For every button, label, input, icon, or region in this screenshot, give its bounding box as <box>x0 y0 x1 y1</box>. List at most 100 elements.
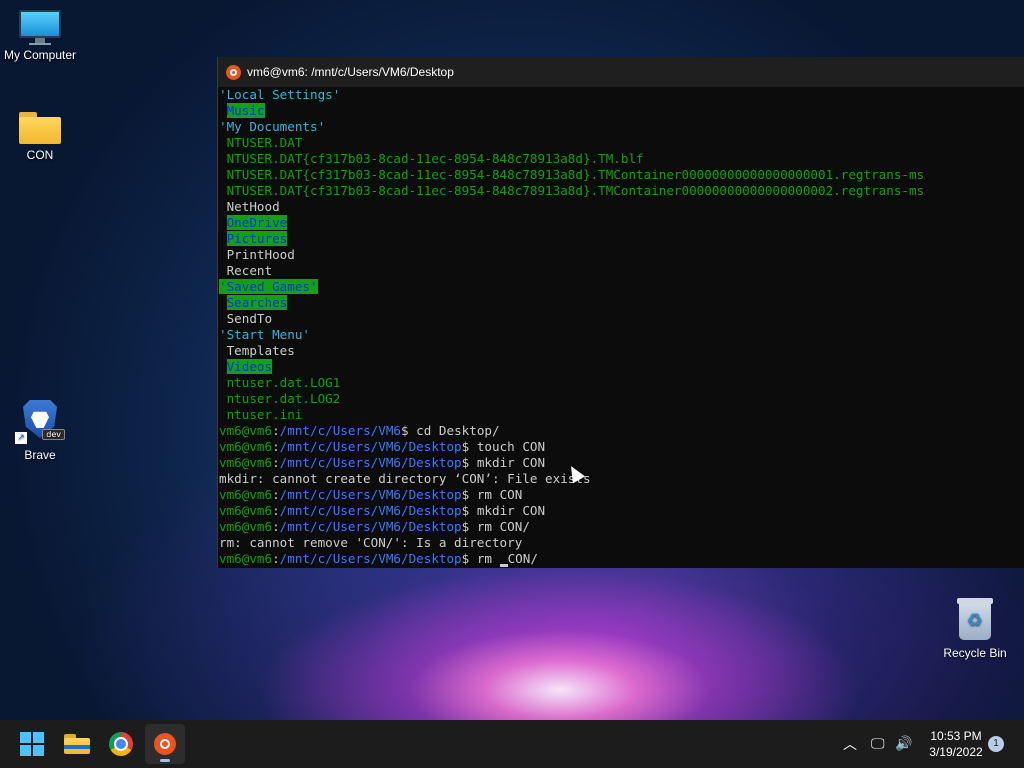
terminal-line: Videos <box>219 359 1024 375</box>
terminal-line: 'My Documents' <box>219 119 1024 135</box>
ubuntu-terminal-button[interactable] <box>145 724 185 764</box>
prompt-path: /mnt/c/Users/VM6/Desktop <box>279 455 462 470</box>
terminal-line: NetHood <box>219 199 1024 215</box>
taskbar: ︿ 🖵 🔊 10:53 PM 3/19/2022 <box>0 720 1024 768</box>
terminal-command-line: vm6@vm6:/mnt/c/Users/VM6/Desktop$ touch … <box>219 439 1024 455</box>
terminal-line: Templates <box>219 343 1024 359</box>
terminal-entry: 'Saved Games' <box>219 279 318 294</box>
command-text: mkdir CON <box>469 503 546 518</box>
network-icon: 🖵 <box>871 736 885 752</box>
command-text: cd Desktop/ <box>408 423 500 438</box>
recycle-bin-icon: ♻ <box>955 598 995 642</box>
prompt-user: vm6@vm6 <box>219 519 273 534</box>
show-hidden-icons-button[interactable]: ︿ <box>843 720 857 768</box>
prompt-colon: : <box>272 439 280 454</box>
terminal-window[interactable]: vm6@vm6: /mnt/c/Users/VM6/Desktop 'Local… <box>217 57 1024 568</box>
terminal-entry: 'My Documents' <box>219 119 326 134</box>
terminal-line: NTUSER.DAT{cf317b03-8cad-11ec-8954-848c7… <box>219 167 1024 183</box>
terminal-entry: NTUSER.DAT{cf317b03-8cad-11ec-8954-848c7… <box>226 167 925 182</box>
ubuntu-icon <box>154 733 176 755</box>
prompt-colon: : <box>272 551 280 566</box>
clock-time: 10:53 PM <box>930 729 982 743</box>
prompt-colon: : <box>272 487 280 502</box>
prompt-path: /mnt/c/Users/VM6 <box>279 423 401 438</box>
brave-icon: dev ↗ <box>15 400 65 444</box>
command-text: touch CON <box>469 439 546 454</box>
shortcut-arrow-icon: ↗ <box>15 432 27 444</box>
chevron-up-icon: ︿ <box>843 737 857 753</box>
desktop-icon-brave[interactable]: dev ↗ Brave <box>0 400 80 462</box>
command-text: rm CON <box>469 487 523 502</box>
terminal-command-line: vm6@vm6:/mnt/c/Users/VM6$ cd Desktop/ <box>219 423 1024 439</box>
terminal-entry: NTUSER.DAT{cf317b03-8cad-11ec-8954-848c7… <box>226 183 925 198</box>
terminal-line: Searches <box>219 295 1024 311</box>
terminal-line: ntuser.ini <box>219 407 1024 423</box>
prompt-user: vm6@vm6 <box>219 455 273 470</box>
terminal-message: mkdir: cannot create directory ‘CON’: Fi… <box>219 471 591 486</box>
desktop-icon-recycle-bin[interactable]: ♻ Recycle Bin <box>935 598 1015 660</box>
terminal-command-line: vm6@vm6:/mnt/c/Users/VM6/Desktop$ mkdir … <box>219 455 1024 471</box>
volume-button[interactable]: 🔊 <box>895 720 912 768</box>
prompt-colon: : <box>272 455 280 470</box>
terminal-entry: 'Local Settings' <box>219 87 341 102</box>
terminal-entry: Recent <box>226 263 273 278</box>
terminal-line: 'Saved Games' <box>219 279 1024 295</box>
terminal-line: 'Local Settings' <box>219 87 1024 103</box>
clock-date: 3/19/2022 <box>929 745 983 759</box>
desktop-icon-label: Brave <box>24 448 56 462</box>
ubuntu-icon <box>226 64 241 80</box>
terminal-entry: Templates <box>226 343 295 358</box>
terminal-entry: NetHood <box>226 199 280 214</box>
command-text: rm CON/ <box>469 519 530 534</box>
command-text: mkdir CON <box>469 455 546 470</box>
terminal-line: Recent <box>219 263 1024 279</box>
terminal-line: NTUSER.DAT{cf317b03-8cad-11ec-8954-848c7… <box>219 183 1024 199</box>
terminal-command-line: vm6@vm6:/mnt/c/Users/VM6/Desktop$ mkdir … <box>219 503 1024 519</box>
prompt-user: vm6@vm6 <box>219 439 273 454</box>
prompt-user: vm6@vm6 <box>219 487 273 502</box>
terminal-line: ntuser.dat.LOG1 <box>219 375 1024 391</box>
file-explorer-button[interactable] <box>57 724 97 764</box>
desktop-icon-label: My Computer <box>3 48 77 62</box>
text-cursor <box>499 564 508 567</box>
terminal-line: ntuser.dat.LOG2 <box>219 391 1024 407</box>
terminal-line: NTUSER.DAT <box>219 135 1024 151</box>
prompt-user: vm6@vm6 <box>219 423 273 438</box>
terminal-line: NTUSER.DAT{cf317b03-8cad-11ec-8954-848c7… <box>219 151 1024 167</box>
prompt-path: /mnt/c/Users/VM6/Desktop <box>279 519 462 534</box>
prompt-path: /mnt/c/Users/VM6/Desktop <box>279 551 462 566</box>
terminal-entry: NTUSER.DAT{cf317b03-8cad-11ec-8954-848c7… <box>226 151 644 166</box>
terminal-entry: Searches <box>226 295 288 310</box>
folder-icon <box>19 110 61 144</box>
network-button[interactable]: 🖵 <box>871 720 885 768</box>
notification-badge[interactable]: 1 <box>988 736 1004 752</box>
terminal-entry: SendTo <box>226 311 273 326</box>
terminal-line: 'Start Menu' <box>219 327 1024 343</box>
terminal-entry: ntuser.dat.LOG1 <box>226 375 341 390</box>
command-text: CON/ <box>507 551 538 566</box>
terminal-command-line: vm6@vm6:/mnt/c/Users/VM6/Desktop$ rm CON… <box>219 551 1024 567</box>
terminal-line: PrintHood <box>219 247 1024 263</box>
file-explorer-icon <box>64 734 90 754</box>
monitor-icon <box>19 10 61 45</box>
terminal-entry: 'Start Menu' <box>219 327 310 342</box>
desktop-icon-my-computer[interactable]: My Computer <box>0 10 80 62</box>
dev-badge: dev <box>42 429 65 440</box>
terminal-entry: ntuser.dat.LOG2 <box>226 391 341 406</box>
terminal-entry: PrintHood <box>226 247 295 262</box>
terminal-output[interactable]: 'Local Settings' Music 'My Documents' NTU… <box>218 87 1024 567</box>
volume-icon: 🔊 <box>895 736 913 752</box>
terminal-entry: Music <box>226 103 265 118</box>
prompt-colon: : <box>272 503 280 518</box>
prompt-path: /mnt/c/Users/VM6/Desktop <box>279 439 462 454</box>
terminal-entry: ntuser.ini <box>226 407 303 422</box>
start-button[interactable] <box>12 724 52 764</box>
terminal-titlebar[interactable]: vm6@vm6: /mnt/c/Users/VM6/Desktop <box>218 57 1024 87</box>
clock[interactable]: 10:53 PM 3/19/2022 <box>920 728 992 760</box>
terminal-entry: OneDrive <box>226 215 288 230</box>
desktop-icon-con-folder[interactable]: CON <box>0 110 80 162</box>
chrome-button[interactable] <box>101 724 141 764</box>
terminal-line: OneDrive <box>219 215 1024 231</box>
terminal-title: vm6@vm6: /mnt/c/Users/VM6/Desktop <box>247 65 454 79</box>
terminal-line: Music <box>219 103 1024 119</box>
